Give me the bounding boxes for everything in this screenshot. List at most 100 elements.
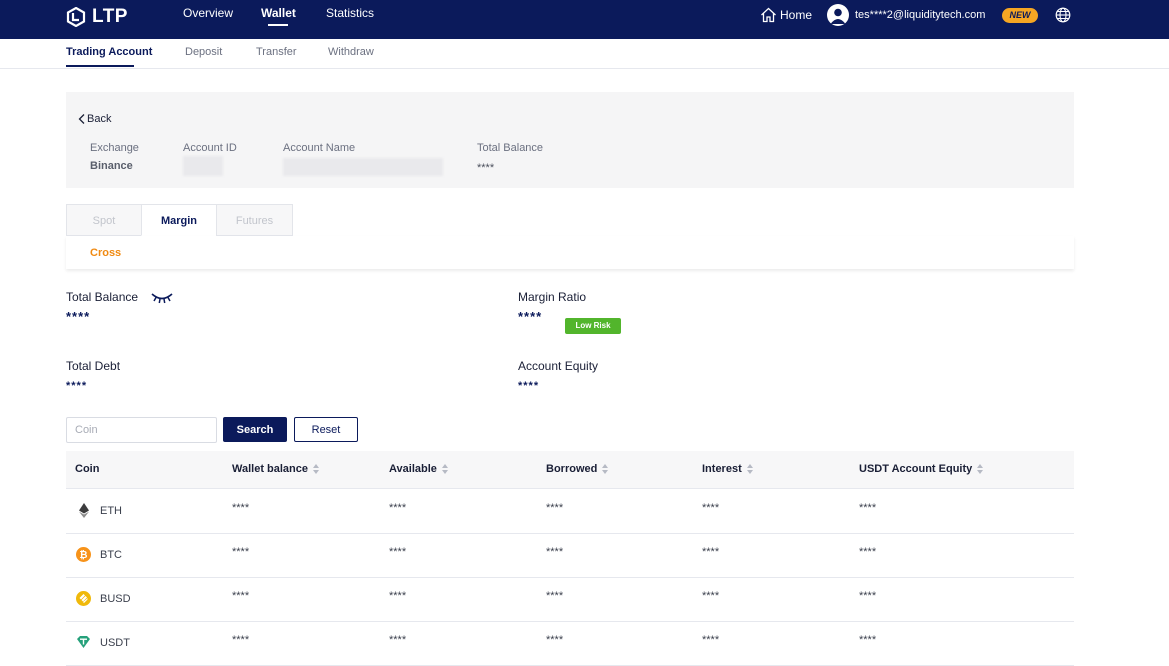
usdt-icon — [76, 635, 91, 650]
avatar — [827, 4, 849, 26]
column-header-available[interactable]: Available — [389, 463, 449, 475]
back-button[interactable]: Back — [77, 113, 111, 125]
borrowed-cell: **** — [546, 634, 564, 646]
column-header-coin: Coin — [75, 463, 100, 475]
table-row: ETH **** **** **** **** **** — [66, 489, 1074, 534]
stat-total-debt-value: **** — [66, 380, 88, 392]
stat-margin-ratio-label: Margin Ratio — [518, 290, 587, 304]
top-navbar: LTP Overview Wallet Statistics Home tes*… — [0, 0, 1169, 39]
coin-name: BTC — [100, 548, 122, 561]
borrowed-cell: **** — [546, 502, 564, 514]
sort-icon[interactable] — [977, 464, 984, 474]
stat-total-debt-label: Total Debt — [66, 359, 121, 373]
eye-closed-icon — [151, 293, 173, 304]
sort-icon[interactable] — [441, 464, 449, 474]
exchange-value: Binance — [90, 160, 133, 172]
stat-account-equity-label: Account Equity — [518, 359, 599, 373]
account-name-label: Account Name — [283, 142, 356, 154]
nav-active-indicator — [268, 24, 288, 26]
user-icon — [830, 8, 846, 24]
subnav-transfer[interactable]: Transfer — [256, 46, 297, 58]
btc-icon: ₿ — [76, 547, 91, 562]
subnav-deposit[interactable]: Deposit — [185, 46, 222, 58]
margin-mode-bar: Cross — [66, 236, 1074, 269]
new-badge[interactable]: NEW — [1002, 8, 1038, 23]
exchange-label: Exchange — [90, 142, 139, 154]
available-cell: **** — [389, 546, 407, 558]
equity-cell: **** — [859, 546, 877, 558]
stat-total-balance-value: **** — [66, 309, 91, 324]
coin-name: ETH — [100, 504, 122, 517]
home-label: Home — [780, 8, 813, 22]
equity-cell: **** — [859, 634, 877, 646]
account-id-redacted — [183, 156, 223, 176]
svg-text:₿: ₿ — [79, 549, 87, 561]
available-cell: **** — [389, 634, 407, 646]
ltp-logo-icon — [66, 7, 86, 27]
equity-cell: **** — [859, 502, 877, 514]
interest-cell: **** — [702, 590, 720, 602]
coin-name: BUSD — [100, 592, 131, 605]
column-header-interest[interactable]: Interest — [702, 463, 754, 475]
user-email: tes****2@liquiditytech.com — [855, 9, 986, 21]
coin-cell: ETH — [76, 503, 122, 518]
language-selector[interactable] — [1055, 7, 1071, 28]
nav-overview[interactable]: Overview — [183, 6, 233, 20]
subnav-trading-account[interactable]: Trading Account — [66, 46, 152, 58]
total-balance-label: Total Balance — [477, 142, 544, 154]
ltp-logo[interactable]: LTP — [66, 5, 128, 29]
nav-wallet[interactable]: Wallet — [261, 6, 296, 20]
available-cell: **** — [389, 590, 407, 602]
coin-cell: USDT — [76, 635, 130, 650]
subnav-active-indicator — [66, 65, 134, 67]
subnav-withdraw[interactable]: Withdraw — [328, 46, 374, 58]
equity-cell: **** — [859, 590, 877, 602]
back-label: Back — [87, 113, 112, 125]
wallet-balance-cell: **** — [232, 546, 250, 558]
available-cell: **** — [389, 502, 407, 514]
table-row: BUSD **** **** **** **** **** — [66, 577, 1074, 622]
tab-margin[interactable]: Margin — [141, 204, 217, 236]
eth-icon — [76, 503, 91, 518]
busd-icon — [76, 591, 91, 606]
tab-spot[interactable]: Spot — [66, 204, 142, 236]
table-row: ₿ BTC **** **** **** **** **** — [66, 533, 1074, 578]
account-info-panel: Back Exchange Binance Account ID Account… — [66, 92, 1074, 188]
user-menu[interactable]: tes****2@liquiditytech.com — [827, 4, 985, 26]
low-risk-badge: Low Risk — [565, 318, 621, 334]
hide-balance-toggle[interactable] — [150, 291, 174, 310]
account-name-redacted — [283, 158, 443, 176]
borrowed-cell: **** — [546, 546, 564, 558]
logo-text: LTP — [92, 6, 128, 27]
coin-cell: ₿ BTC — [76, 547, 122, 562]
sort-icon[interactable] — [746, 464, 754, 474]
wallet-balance-cell: **** — [232, 590, 250, 602]
coin-name: USDT — [100, 636, 130, 649]
table-row: USDT **** **** **** **** **** — [66, 621, 1074, 666]
column-header-usdt-account-equity[interactable]: USDT Account Equity — [859, 463, 984, 475]
coin-search-input[interactable] — [66, 417, 217, 443]
stat-margin-ratio-value: **** — [518, 309, 543, 324]
interest-cell: **** — [702, 502, 720, 514]
reset-button[interactable]: Reset — [294, 417, 358, 442]
interest-cell: **** — [702, 634, 720, 646]
chevron-left-icon — [78, 114, 85, 124]
stat-total-balance-label: Total Balance — [66, 290, 139, 304]
nav-statistics[interactable]: Statistics — [326, 6, 374, 20]
home-link[interactable]: Home — [760, 7, 812, 23]
globe-icon — [1055, 7, 1071, 23]
sub-navbar: Trading Account Deposit Transfer Withdra… — [0, 39, 1169, 69]
search-button[interactable]: Search — [223, 417, 287, 442]
tab-futures[interactable]: Futures — [216, 204, 293, 236]
sort-icon[interactable] — [602, 464, 609, 474]
home-icon — [761, 7, 776, 23]
borrowed-cell: **** — [546, 590, 564, 602]
account-id-label: Account ID — [183, 142, 237, 154]
wallet-balance-cell: **** — [232, 502, 250, 514]
column-header-borrowed[interactable]: Borrowed — [546, 463, 609, 475]
total-balance-value: **** — [477, 162, 495, 174]
margin-mode-cross[interactable]: Cross — [90, 247, 121, 259]
table-header: Coin Wallet balance Available Borrowed I… — [66, 451, 1074, 489]
sort-icon[interactable] — [313, 464, 320, 474]
column-header-wallet-balance[interactable]: Wallet balance — [232, 463, 320, 475]
